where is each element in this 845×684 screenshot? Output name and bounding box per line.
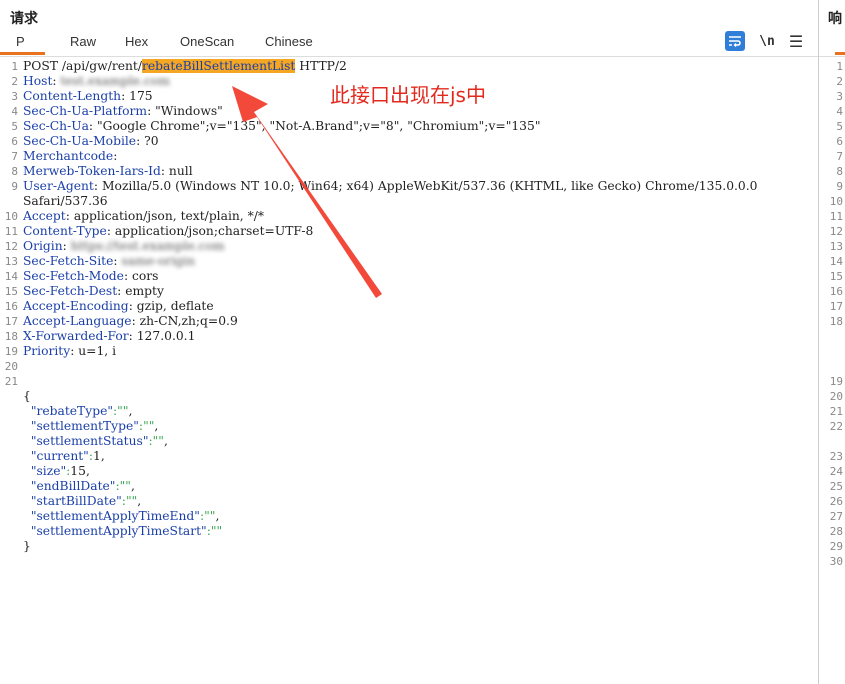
response-line-number: 13 bbox=[829, 240, 843, 253]
response-line-number: 12 bbox=[829, 225, 843, 238]
response-tab-indicator bbox=[835, 52, 845, 55]
response-line-number: 18 bbox=[829, 315, 843, 328]
response-line-number: 5 bbox=[836, 120, 843, 133]
response-line-number: 16 bbox=[829, 285, 843, 298]
response-line-number: 15 bbox=[829, 270, 843, 283]
response-line-number: 9 bbox=[836, 180, 843, 193]
response-line-number: 24 bbox=[829, 465, 843, 478]
response-line-number: 3 bbox=[836, 90, 843, 103]
response-line-number: 27 bbox=[829, 510, 843, 523]
response-line-number: 8 bbox=[836, 165, 843, 178]
request-panel: 请求 Pretty Raw Hex OneScan Chinese \n ☰ 1… bbox=[0, 0, 818, 684]
annotation-arrow bbox=[232, 86, 382, 298]
response-line-number: 26 bbox=[829, 495, 843, 508]
response-line-number: 14 bbox=[829, 255, 843, 268]
response-line-number: 21 bbox=[829, 405, 843, 418]
response-line-number: 6 bbox=[836, 135, 843, 148]
response-line-number: 20 bbox=[829, 390, 843, 403]
arrow-shape bbox=[232, 86, 382, 298]
response-panel-title: 响 bbox=[828, 11, 842, 27]
response-line-number: 29 bbox=[829, 540, 843, 553]
response-line-number: 23 bbox=[829, 450, 843, 463]
response-line-number: 7 bbox=[836, 150, 843, 163]
response-line-number: 19 bbox=[829, 375, 843, 388]
response-line-number: 22 bbox=[829, 420, 843, 433]
response-line-number: 4 bbox=[836, 105, 843, 118]
response-line-number: 28 bbox=[829, 525, 843, 538]
response-line-number: 11 bbox=[829, 210, 843, 223]
response-line-number: 30 bbox=[829, 555, 843, 568]
response-panel: 响 1 2 3 4 5 6 7 8 9 10 11 12 13 14 15 16 17 18 19 20 21 22 23 2… bbox=[819, 0, 845, 684]
response-header-divider bbox=[819, 56, 845, 57]
response-line-number: 10 bbox=[829, 195, 843, 208]
response-line-number: 17 bbox=[829, 300, 843, 313]
response-line-number: 2 bbox=[836, 75, 843, 88]
response-line-number: 25 bbox=[829, 480, 843, 493]
response-line-number: 1 bbox=[836, 60, 843, 73]
